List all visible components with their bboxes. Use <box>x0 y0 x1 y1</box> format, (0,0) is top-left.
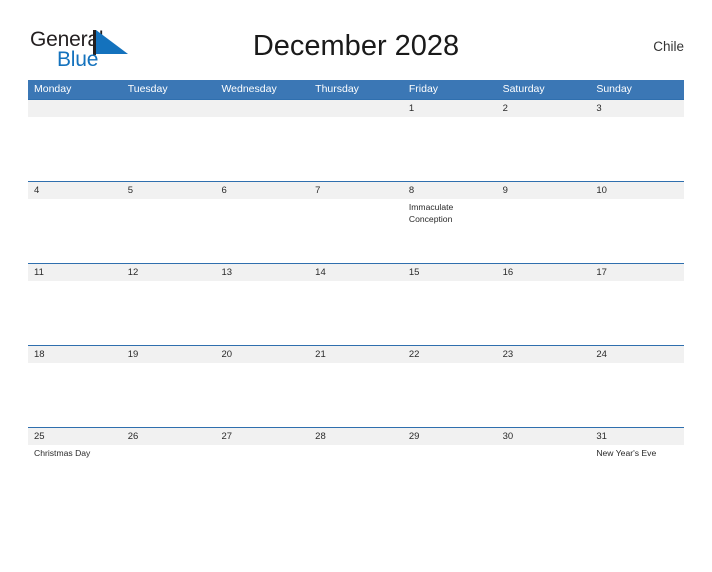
date-number[interactable]: 9 <box>497 182 591 199</box>
day-event <box>309 363 403 427</box>
week-date-band: 4 5 6 7 8 9 10 <box>28 182 684 199</box>
weekday-header-friday: Friday <box>408 83 439 95</box>
date-number[interactable]: 16 <box>497 264 591 281</box>
day-event <box>497 199 591 263</box>
week-date-band: 1 2 3 <box>28 100 684 117</box>
date-number[interactable]: 5 <box>122 182 216 199</box>
date-number[interactable]: 1 <box>403 100 497 117</box>
day-event <box>403 363 497 427</box>
date-number[interactable]: 6 <box>215 182 309 199</box>
date-number[interactable]: 3 <box>590 100 684 117</box>
day-event <box>215 117 309 181</box>
date-number[interactable]: 8 <box>403 182 497 199</box>
week-event-band: Immaculate Conception <box>28 199 684 263</box>
date-number[interactable]: 22 <box>403 346 497 363</box>
date-number[interactable]: 21 <box>309 346 403 363</box>
country-label: Chile <box>653 39 684 54</box>
day-event <box>28 363 122 427</box>
day-event <box>28 199 122 263</box>
date-number[interactable]: 12 <box>122 264 216 281</box>
date-number[interactable] <box>122 100 216 117</box>
date-number[interactable]: 13 <box>215 264 309 281</box>
date-number[interactable]: 18 <box>28 346 122 363</box>
day-event <box>497 281 591 345</box>
weekday-header-monday: Monday <box>34 83 72 95</box>
date-number[interactable]: 28 <box>309 428 403 445</box>
weekday-header-row: Monday Tuesday Wednesday Thursday Friday… <box>28 80 684 99</box>
page-title: December 2028 <box>252 30 460 62</box>
day-event <box>122 199 216 263</box>
date-number[interactable]: 29 <box>403 428 497 445</box>
weekday-header-wednesday: Wednesday <box>221 83 277 95</box>
day-event <box>122 445 216 509</box>
calendar-page: General Blue December 2028 Chile Monday … <box>0 22 712 572</box>
day-event <box>403 281 497 345</box>
day-event-immaculate-conception: Immaculate Conception <box>408 202 454 224</box>
week-date-band: 18 19 20 21 22 23 24 <box>28 346 684 363</box>
date-number[interactable]: 11 <box>28 264 122 281</box>
day-event <box>28 281 122 345</box>
day-event-new-years-eve: New Year's Eve <box>596 448 657 458</box>
day-event <box>590 117 684 181</box>
calendar-week-row: 4 5 6 7 8 9 10 Immaculate Conception <box>28 181 684 263</box>
date-number[interactable]: 14 <box>309 264 403 281</box>
day-event-christmas-day: Christmas Day <box>34 448 91 458</box>
weekday-header-thursday: Thursday <box>315 83 359 95</box>
date-number[interactable]: 4 <box>28 182 122 199</box>
day-event <box>403 445 497 509</box>
day-event <box>590 281 684 345</box>
day-event <box>122 363 216 427</box>
calendar-week-row: 18 19 20 21 22 23 24 <box>28 345 684 427</box>
weekday-header-saturday: Saturday <box>502 83 545 95</box>
week-event-band <box>28 363 684 427</box>
day-event <box>309 199 403 263</box>
day-event <box>309 281 403 345</box>
date-number[interactable]: 19 <box>122 346 216 363</box>
calendar-week-row: 11 12 13 14 15 16 17 <box>28 263 684 345</box>
date-number[interactable]: 10 <box>590 182 684 199</box>
day-event <box>122 281 216 345</box>
day-event <box>122 117 216 181</box>
week-date-band: 11 12 13 14 15 16 17 <box>28 264 684 281</box>
date-number[interactable] <box>28 100 122 117</box>
date-number[interactable]: 27 <box>215 428 309 445</box>
day-event <box>215 445 309 509</box>
date-number[interactable]: 26 <box>122 428 216 445</box>
calendar-week-row: 1 2 3 <box>28 99 684 181</box>
day-event <box>28 117 122 181</box>
weekday-header-tuesday: Tuesday <box>127 83 168 95</box>
day-event <box>497 117 591 181</box>
day-event <box>590 199 684 263</box>
day-event <box>497 445 591 509</box>
date-number[interactable]: 30 <box>497 428 591 445</box>
date-number[interactable]: 17 <box>590 264 684 281</box>
page-header: General Blue December 2028 Chile <box>28 22 684 80</box>
date-number[interactable]: 20 <box>215 346 309 363</box>
day-event <box>215 199 309 263</box>
day-event <box>590 363 684 427</box>
day-event <box>403 117 497 181</box>
calendar-week-row: 25 26 27 28 29 30 31 Christmas Day New Y… <box>28 427 684 509</box>
day-event <box>309 117 403 181</box>
week-event-band: Christmas Day New Year's Eve <box>28 445 684 509</box>
date-number[interactable]: 31 <box>590 428 684 445</box>
day-event <box>497 363 591 427</box>
date-number[interactable]: 25 <box>28 428 122 445</box>
weekday-header-sunday: Sunday <box>596 83 632 95</box>
day-event <box>309 445 403 509</box>
date-number[interactable]: 24 <box>590 346 684 363</box>
week-event-band <box>28 281 684 345</box>
calendar-grid: Monday Tuesday Wednesday Thursday Friday… <box>28 80 684 509</box>
date-number[interactable] <box>215 100 309 117</box>
date-number[interactable]: 23 <box>497 346 591 363</box>
date-number[interactable]: 15 <box>403 264 497 281</box>
date-number[interactable]: 2 <box>497 100 591 117</box>
date-number[interactable]: 7 <box>309 182 403 199</box>
week-date-band: 25 26 27 28 29 30 31 <box>28 428 684 445</box>
week-event-band <box>28 117 684 181</box>
day-event <box>215 363 309 427</box>
date-number[interactable] <box>309 100 403 117</box>
day-event <box>215 281 309 345</box>
